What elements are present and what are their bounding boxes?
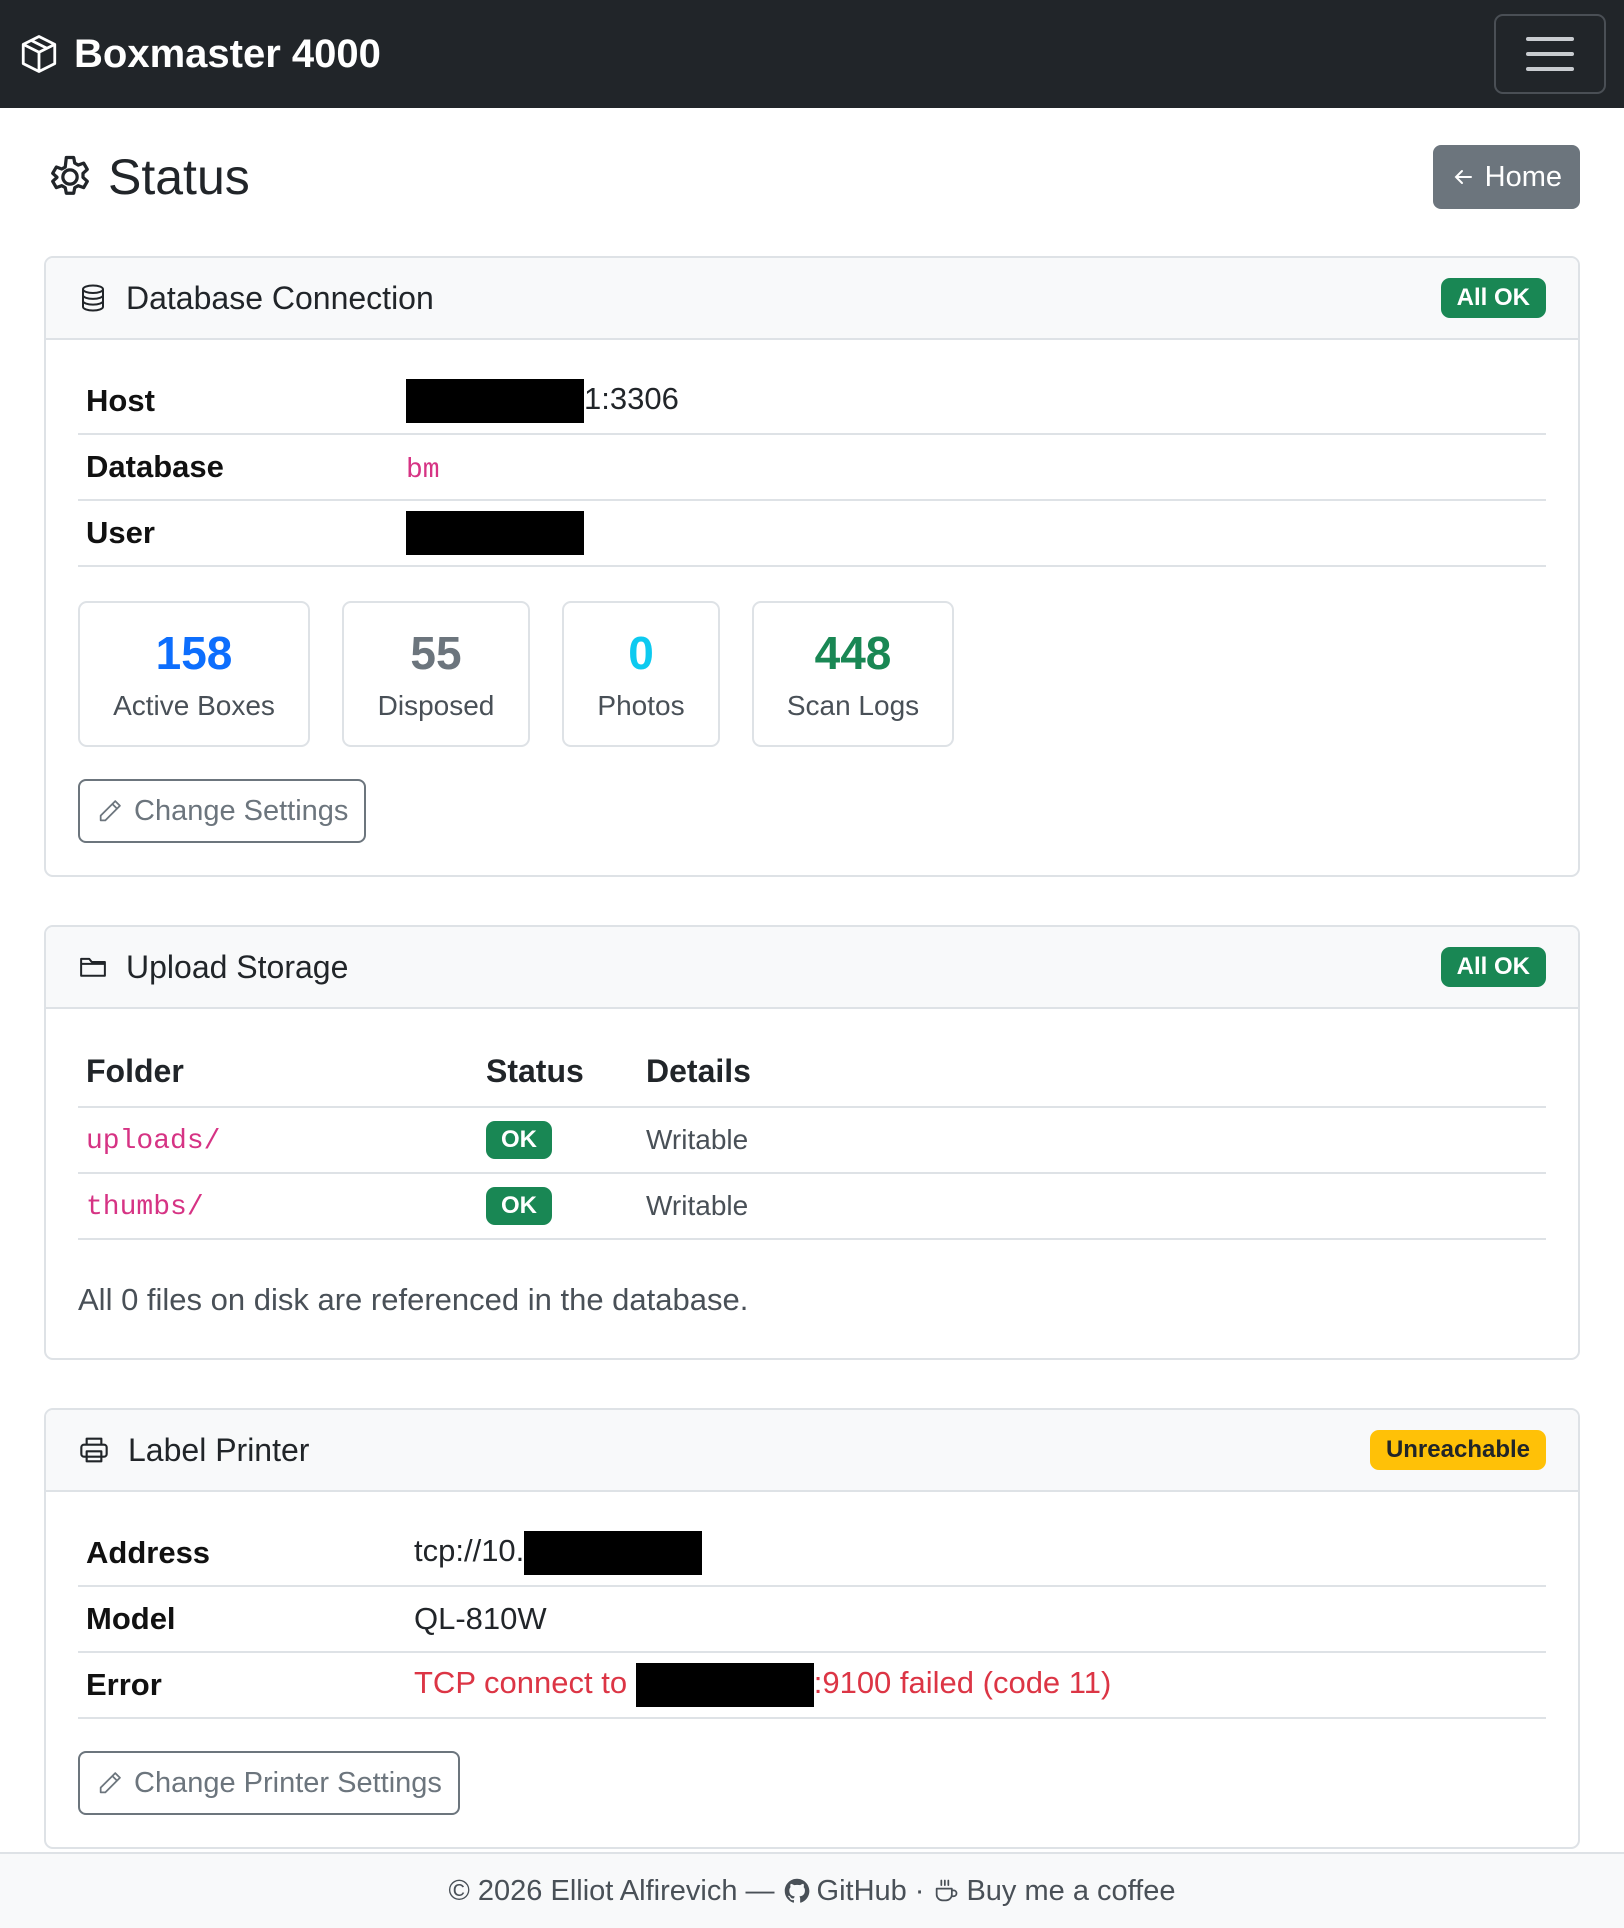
- table-header-row: Folder Status Details: [78, 1037, 1546, 1108]
- stat-disposed: 55 Disposed: [342, 601, 530, 747]
- model-value: QL-810W: [398, 1586, 1546, 1653]
- page-title: Status: [44, 148, 250, 206]
- github-link-label: GitHub: [816, 1874, 907, 1907]
- label-printer-card-title: Label Printer: [128, 1431, 310, 1468]
- copyright-text: © 2026 Elliot Alfirevich —: [448, 1874, 775, 1907]
- stat-label: Photos: [597, 690, 685, 721]
- redacted-block: [406, 378, 584, 423]
- pencil-icon: [99, 1772, 121, 1794]
- folder-status: OK: [478, 1173, 638, 1240]
- error-label: Error: [78, 1652, 398, 1719]
- box-icon: [21, 35, 57, 73]
- folder-details: Writable: [638, 1107, 1546, 1174]
- page-header: Status Home: [44, 108, 1580, 232]
- stat-number: 158: [155, 627, 233, 679]
- stat-number: 55: [410, 627, 462, 679]
- table-row: Model QL-810W: [78, 1586, 1546, 1653]
- host-value: 1:3306: [398, 368, 1546, 435]
- footer: © 2026 Elliot Alfirevich — GitHub · Buy …: [0, 1852, 1624, 1928]
- column-header: Status: [478, 1037, 638, 1108]
- folder-table: Folder Status Details uploads/ OK Writab…: [78, 1037, 1546, 1240]
- gear-icon: [51, 155, 89, 195]
- stats-row: 158 Active Boxes 55 Disposed 0 Photos 44…: [78, 601, 1546, 747]
- error-value: TCP connect to :9100 failed (code 11): [398, 1652, 1546, 1719]
- pencil-icon: [99, 800, 121, 822]
- folder-status: OK: [478, 1107, 638, 1174]
- table-row: thumbs/ OK Writable: [78, 1173, 1546, 1240]
- home-button[interactable]: Home: [1432, 145, 1580, 209]
- table-row: Error TCP connect to :9100 failed (code …: [78, 1652, 1546, 1719]
- database-card-header: Database Connection All OK: [46, 258, 1578, 340]
- user-label: User: [78, 500, 398, 567]
- change-settings-label: Change Settings: [134, 794, 349, 827]
- menu-toggle-button[interactable]: [1494, 14, 1606, 94]
- status-badge: Unreachable: [1369, 1430, 1546, 1470]
- redacted-block: [635, 1663, 814, 1707]
- change-printer-settings-button[interactable]: Change Printer Settings: [78, 1751, 460, 1815]
- stat-label: Disposed: [377, 690, 495, 721]
- folder-details: Writable: [638, 1173, 1546, 1240]
- brand-name: Boxmaster 4000: [74, 31, 381, 76]
- column-header: Folder: [78, 1037, 478, 1108]
- footer-separator: ·: [914, 1874, 925, 1907]
- label-printer-card: Label Printer Unreachable Address tcp://…: [44, 1408, 1580, 1849]
- folder-name: thumbs/: [78, 1173, 478, 1240]
- printer-icon: [80, 1437, 108, 1463]
- status-badge: All OK: [1440, 278, 1546, 318]
- stat-label: Scan Logs: [786, 690, 920, 721]
- stat-number: 0: [628, 627, 654, 679]
- navbar: Boxmaster 4000: [0, 0, 1624, 108]
- host-label: Host: [78, 368, 398, 435]
- database-card-title: Database Connection: [126, 279, 434, 316]
- database-icon: [82, 284, 104, 312]
- table-row: uploads/ OK Writable: [78, 1107, 1546, 1174]
- address-value: tcp://10.: [398, 1520, 1546, 1587]
- github-link[interactable]: GitHub: [783, 1875, 907, 1908]
- change-settings-button[interactable]: Change Settings: [78, 779, 367, 843]
- page-title-text: Status: [108, 149, 250, 205]
- change-printer-settings-label: Change Printer Settings: [134, 1766, 442, 1799]
- buy-me-a-coffee-label: Buy me a coffee: [966, 1874, 1176, 1907]
- table-row: User: [78, 500, 1546, 567]
- buy-me-a-coffee-link[interactable]: Buy me a coffee: [932, 1874, 1176, 1908]
- upload-storage-card-header: Upload Storage All OK: [46, 927, 1578, 1009]
- table-row: Address tcp://10.: [78, 1520, 1546, 1587]
- folder-name: uploads/: [78, 1107, 478, 1174]
- address-label: Address: [78, 1520, 398, 1587]
- model-label: Model: [78, 1586, 398, 1653]
- database-card: Database Connection All OK Host 1:3306 D…: [44, 256, 1580, 877]
- status-badge: OK: [486, 1121, 552, 1159]
- hamburger-icon: [1526, 37, 1574, 41]
- main-container: Status Home Database Connection All OK H…: [0, 108, 1624, 1849]
- stat-label: Active Boxes: [113, 690, 275, 721]
- stat-number: 448: [814, 627, 892, 679]
- upload-storage-card-title: Upload Storage: [126, 948, 349, 985]
- printer-details-table: Address tcp://10. Model QL-810W Error TC…: [78, 1520, 1546, 1719]
- brand[interactable]: Boxmaster 4000: [18, 32, 381, 77]
- database-value: bm: [398, 434, 1546, 501]
- redacted-block: [406, 511, 584, 555]
- storage-note: All 0 files on disk are referenced in th…: [78, 1282, 749, 1317]
- label-printer-card-header: Label Printer Unreachable: [46, 1410, 1578, 1492]
- table-row: Host 1:3306: [78, 368, 1546, 435]
- stat-photos: 0 Photos: [562, 601, 720, 747]
- arrow-left-icon: [1454, 170, 1472, 184]
- table-row: Database bm: [78, 434, 1546, 501]
- column-header: Details: [638, 1037, 1546, 1108]
- redacted-block: [524, 1530, 703, 1575]
- upload-storage-card: Upload Storage All OK Folder Status Deta…: [44, 925, 1580, 1360]
- folder-icon: [80, 957, 106, 977]
- stat-scan-logs: 448 Scan Logs: [752, 601, 954, 747]
- database-label: Database: [78, 434, 398, 501]
- database-details-table: Host 1:3306 Database bm User: [78, 368, 1546, 567]
- status-badge: OK: [486, 1187, 552, 1225]
- status-badge: All OK: [1440, 947, 1546, 987]
- stat-active-boxes: 158 Active Boxes: [78, 601, 310, 747]
- coffee-cup-icon: [936, 1879, 958, 1902]
- home-button-label: Home: [1484, 160, 1562, 193]
- github-icon: [784, 1878, 809, 1903]
- user-value: [398, 500, 1546, 567]
